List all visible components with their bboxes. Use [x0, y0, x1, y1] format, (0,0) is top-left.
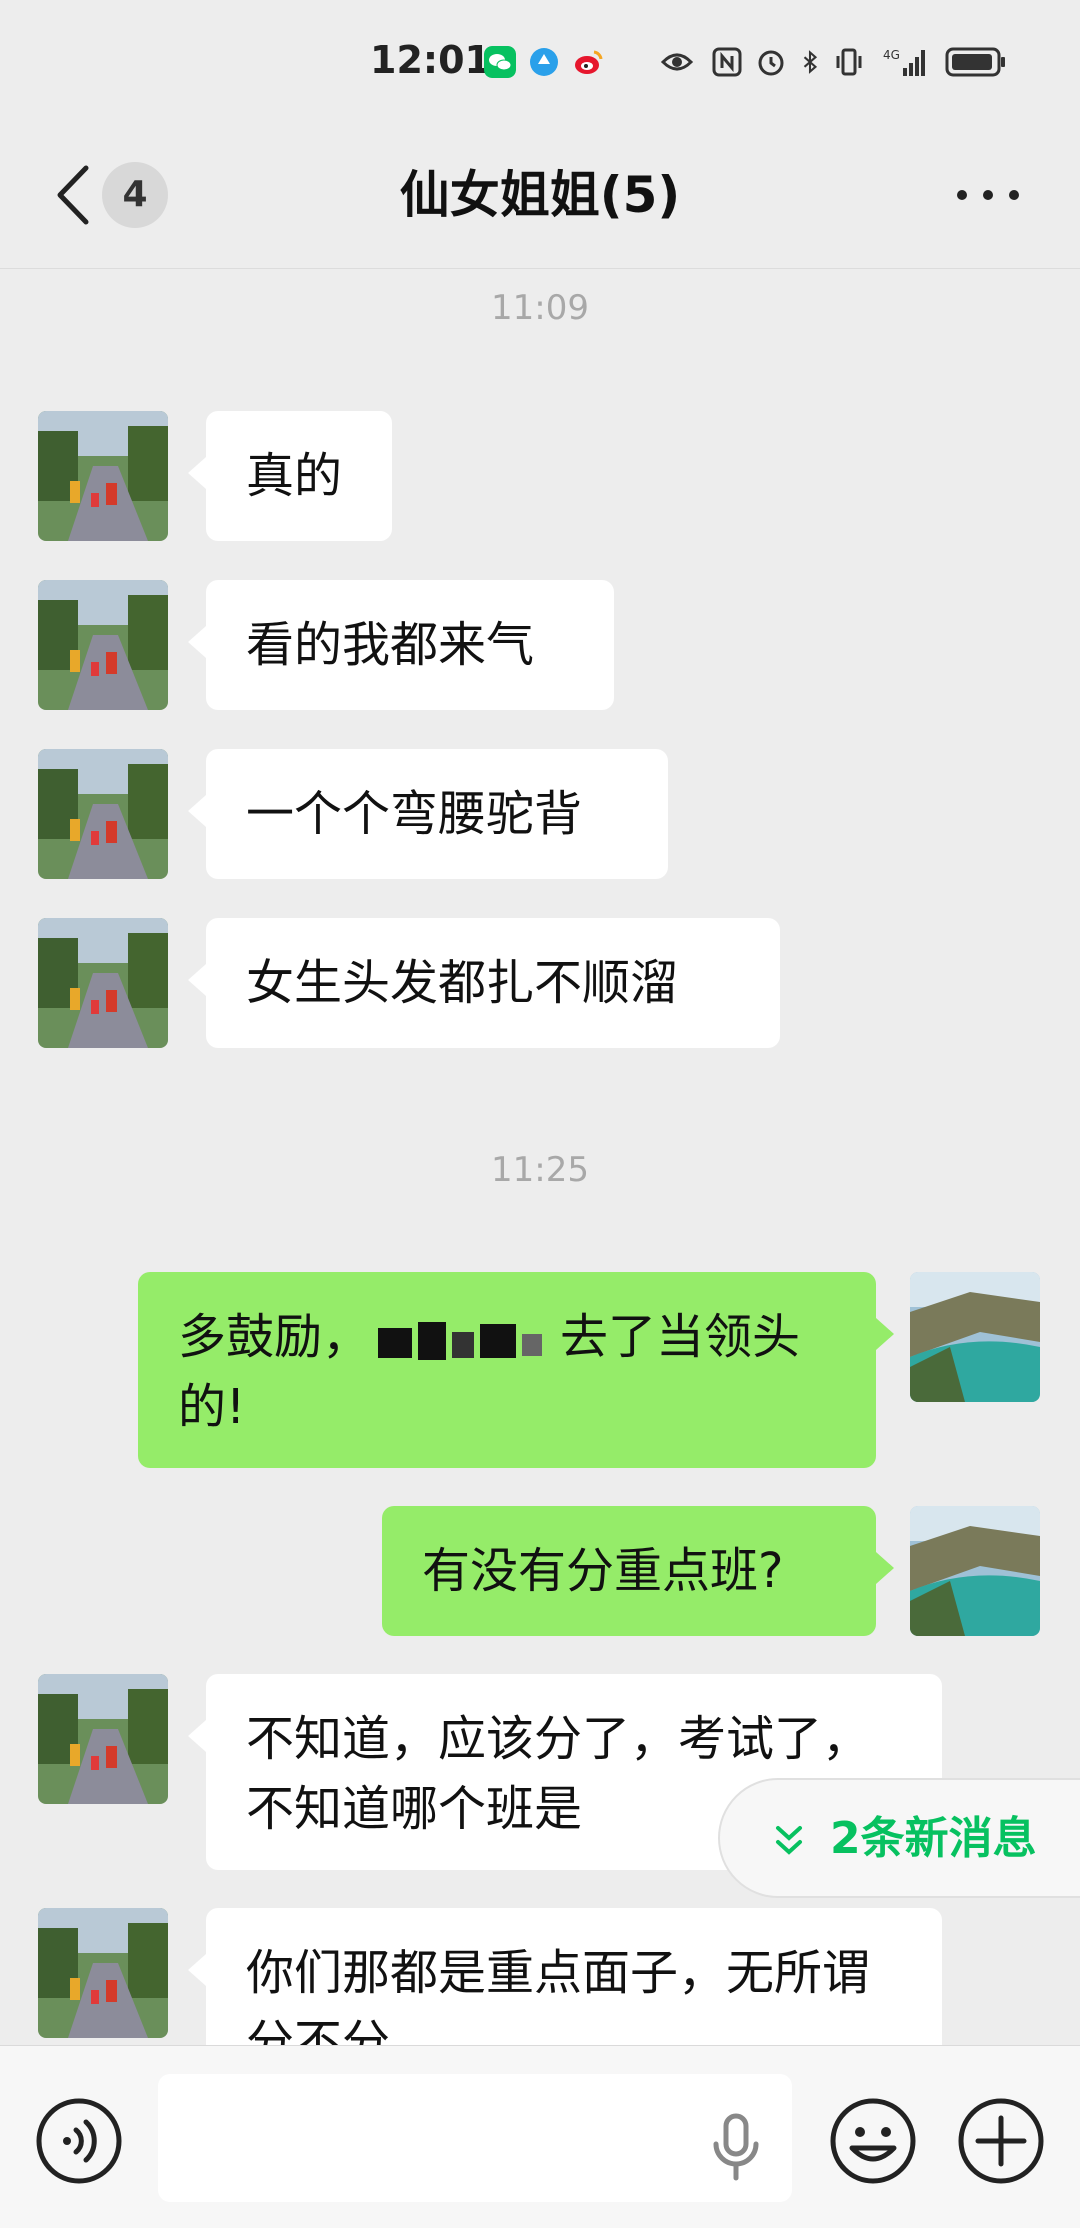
redacted-text	[378, 1322, 543, 1360]
timestamp: 11:25	[491, 1150, 589, 1190]
wechat-notification-icon	[484, 46, 516, 78]
signal-icon: 4G	[883, 48, 925, 76]
contact-avatar[interactable]	[38, 918, 168, 1048]
avatar-photo	[38, 1908, 168, 2038]
avatar-photo	[38, 411, 168, 541]
battery-icon	[945, 47, 1005, 77]
browser-notification-icon	[530, 48, 558, 76]
vibrate-icon	[836, 48, 862, 76]
plus-icon[interactable]	[956, 2096, 1046, 2186]
chat-title: 仙女姐姐(5)	[399, 166, 681, 224]
svg-text:4G: 4G	[883, 48, 900, 62]
bluetooth-icon	[803, 50, 818, 74]
voice-icon[interactable]	[34, 2096, 124, 2186]
weibo-notification-icon	[575, 50, 603, 74]
contact-avatar[interactable]	[38, 1908, 168, 2038]
message-bubble-incoming[interactable]: 真的	[188, 411, 392, 541]
chat-header: 4 仙女姐姐(5)	[0, 130, 1080, 269]
my-avatar[interactable]	[910, 1272, 1040, 1402]
avatar-photo	[38, 580, 168, 710]
timestamp: 11:09	[491, 288, 589, 328]
emoji-icon[interactable]	[828, 2096, 918, 2186]
input-bar	[0, 2045, 1080, 2228]
system-icons: 4G	[655, 40, 1007, 84]
microphone-icon[interactable]	[706, 2112, 766, 2182]
avatar-photo	[910, 1506, 1040, 1636]
contact-avatar[interactable]	[38, 580, 168, 710]
avatar-photo	[38, 1674, 168, 1804]
avatar-photo	[38, 918, 168, 1048]
message-bubble-incoming[interactable]: 你们那都是重点面子，无所谓分不分	[188, 1908, 942, 2045]
new-messages-button[interactable]: 2条新消息	[718, 1778, 1080, 1898]
contact-avatar[interactable]	[38, 749, 168, 879]
status-bar: 12:01 4G	[0, 0, 1080, 130]
avatar-photo	[910, 1272, 1040, 1402]
avatar-photo	[38, 749, 168, 879]
message-bubble-outgoing[interactable]: 多鼓励， 去了当领头的!	[138, 1272, 894, 1468]
my-avatar[interactable]	[910, 1506, 1040, 1636]
status-time: 12:01	[370, 38, 491, 82]
contact-avatar[interactable]	[38, 411, 168, 541]
message-bubble-incoming[interactable]: 一个个弯腰驼背	[188, 749, 668, 879]
message-input[interactable]	[158, 2074, 792, 2202]
eye-icon	[660, 53, 694, 71]
contact-avatar[interactable]	[38, 1674, 168, 1804]
nfc-icon	[712, 47, 742, 77]
message-bubble-outgoing[interactable]: 有没有分重点班?	[382, 1506, 894, 1636]
message-bubble-incoming[interactable]: 看的我都来气	[188, 580, 614, 710]
alarm-icon	[758, 50, 784, 76]
new-messages-label: 2条新消息	[830, 1813, 1037, 1864]
message-text: 多鼓励，	[178, 1309, 371, 1365]
chevron-down-icon	[776, 1826, 802, 1855]
message-bubble-incoming[interactable]: 女生头发都扎不顺溜	[188, 918, 780, 1048]
more-icon[interactable]	[950, 170, 1026, 220]
